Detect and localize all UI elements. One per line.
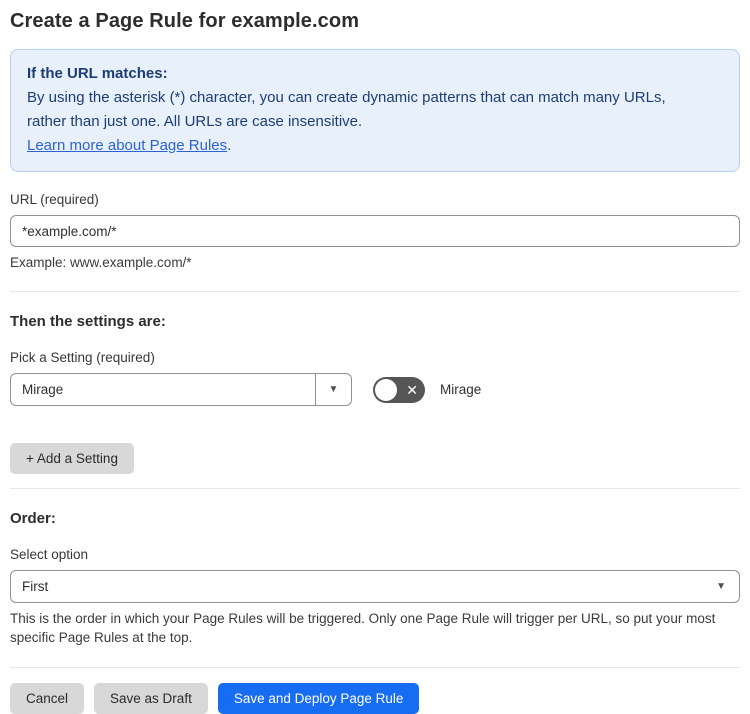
pick-setting-label: Pick a Setting (required) [10, 350, 155, 365]
settings-section-heading: Then the settings are: [10, 313, 166, 330]
cancel-button[interactable]: Cancel [10, 683, 85, 714]
order-helper-text: This is the order in which your Page Rul… [10, 611, 716, 645]
url-example-helper: Example: www.example.com/* [10, 255, 192, 270]
page-title: Create a Page Rule for example.com [10, 10, 360, 32]
info-box-link-line: Learn more about Page Rules. [27, 134, 723, 158]
order-section-heading: Order: [10, 510, 56, 527]
order-select-label: Select option [10, 547, 89, 562]
save-as-draft-button[interactable]: Save as Draft [94, 683, 208, 714]
order-select-value: First [22, 579, 49, 594]
footer-button-row: Cancel Save as Draft Save and Deploy Pag… [10, 683, 740, 714]
setting-dropdown-value: Mirage [22, 382, 64, 397]
dropdown-arrow-button[interactable]: ▼ [315, 374, 351, 405]
order-select[interactable]: First ▼ [10, 570, 740, 603]
divider [10, 488, 740, 489]
divider [10, 667, 740, 668]
divider [10, 291, 740, 292]
toggle-off-x-icon: ✕ [406, 381, 418, 398]
setting-dropdown[interactable]: Mirage ▼ [10, 373, 352, 406]
select-caret-icon: ▼ [716, 581, 726, 592]
save-and-deploy-button[interactable]: Save and Deploy Page Rule [217, 683, 420, 714]
url-match-info-box: If the URL matches: By using the asteris… [10, 49, 740, 172]
mirage-toggle[interactable]: ✕ [373, 376, 425, 403]
setting-row: Mirage ▼ ✕ Mirage [10, 373, 740, 406]
info-box-body: By using the asterisk (*) character, you… [27, 89, 666, 130]
info-box-heading: If the URL matches: [27, 65, 168, 82]
link-suffix: . [227, 137, 232, 154]
dropdown-arrow-icon: ▼ [328, 384, 339, 395]
url-input[interactable] [10, 215, 740, 247]
learn-more-link[interactable]: Learn more about Page Rules [27, 137, 227, 154]
url-field-label: URL (required) [10, 192, 99, 207]
toggle-label: Mirage [440, 382, 482, 397]
toggle-knob [375, 378, 397, 401]
add-setting-button[interactable]: + Add a Setting [10, 443, 134, 474]
